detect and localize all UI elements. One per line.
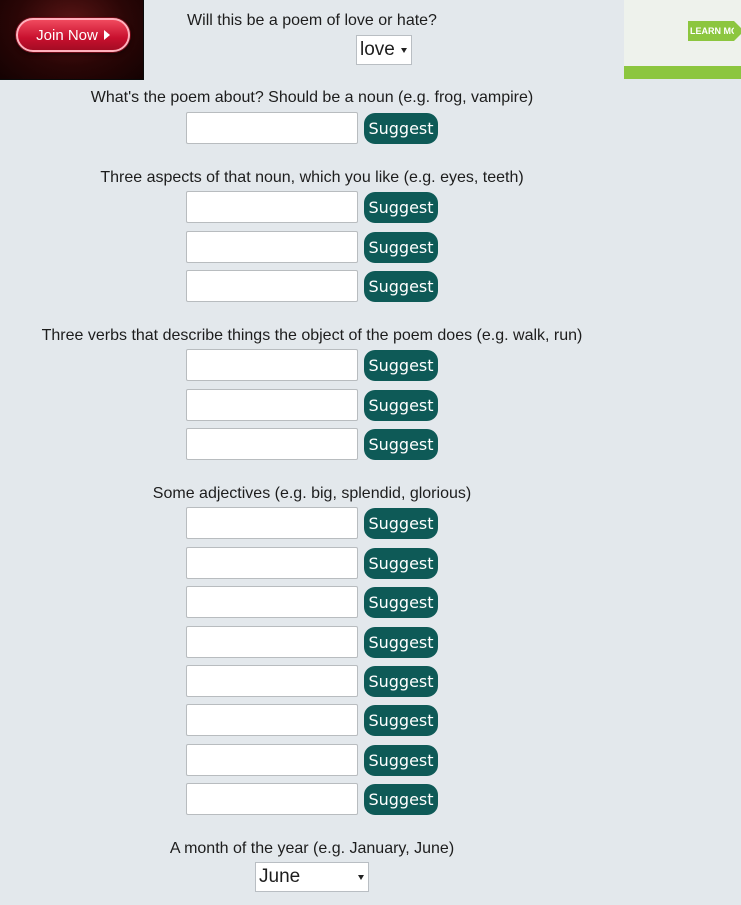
adjective-input-3[interactable]	[186, 586, 358, 618]
adjective-suggest-button-3[interactable]: Suggest	[364, 587, 438, 618]
adjective-input-8[interactable]	[186, 783, 358, 815]
noun-row: Suggest	[186, 112, 446, 144]
learn-more-ad[interactable]: LEARN MORE	[624, 0, 741, 79]
month-question: A month of the year (e.g. January, June)	[169, 840, 455, 857]
adjective-row: Suggest	[186, 547, 446, 579]
adjective-suggest-button-6[interactable]: Suggest	[364, 705, 438, 736]
noun-suggest-button[interactable]: Suggest	[364, 113, 438, 144]
adjective-input-5[interactable]	[186, 665, 358, 697]
adjective-row: Suggest	[186, 704, 446, 736]
aspect-input-1[interactable]	[186, 191, 358, 223]
adjective-row: Suggest	[186, 507, 446, 539]
aspect-row: Suggest	[186, 191, 446, 223]
verb-suggest-button-2[interactable]: Suggest	[364, 390, 438, 421]
aspect-row: Suggest	[186, 231, 446, 263]
dropdown-arrow-icon	[401, 48, 407, 53]
aspect-suggest-button-2[interactable]: Suggest	[364, 232, 438, 263]
aspect-suggest-button-3[interactable]: Suggest	[364, 271, 438, 302]
noun-question: What's the poem about? Should be a noun …	[90, 89, 534, 106]
adjective-row: Suggest	[186, 586, 446, 618]
verb-suggest-button-3[interactable]: Suggest	[364, 429, 438, 460]
ad-green-strip	[624, 66, 741, 79]
love-hate-selected-value: love	[360, 39, 395, 60]
adjective-row: Suggest	[186, 665, 446, 697]
adjective-input-2[interactable]	[186, 547, 358, 579]
aspect-input-2[interactable]	[186, 231, 358, 263]
adjective-row: Suggest	[186, 626, 446, 658]
love-hate-select[interactable]: love	[356, 35, 412, 65]
adjective-suggest-button-2[interactable]: Suggest	[364, 548, 438, 579]
adjective-input-6[interactable]	[186, 704, 358, 736]
verb-suggest-button-1[interactable]: Suggest	[364, 350, 438, 381]
dropdown-arrow-icon	[358, 875, 364, 880]
noun-input[interactable]	[186, 112, 358, 144]
verb-input-2[interactable]	[186, 389, 358, 421]
verb-row: Suggest	[186, 389, 446, 421]
adjective-input-4[interactable]	[186, 626, 358, 658]
month-selected-value: June	[259, 866, 301, 887]
play-arrow-icon	[103, 30, 110, 40]
verbs-question: Three verbs that describe things the obj…	[41, 327, 583, 344]
adjectives-question: Some adjectives (e.g. big, splendid, glo…	[152, 485, 472, 502]
verb-input-1[interactable]	[186, 349, 358, 381]
verb-row: Suggest	[186, 428, 446, 460]
verb-row: Suggest	[186, 349, 446, 381]
aspect-input-3[interactable]	[186, 270, 358, 302]
adjective-suggest-button-8[interactable]: Suggest	[364, 784, 438, 815]
aspect-row: Suggest	[186, 270, 446, 302]
aspect-suggest-button-1[interactable]: Suggest	[364, 192, 438, 223]
adjective-suggest-button-4[interactable]: Suggest	[364, 627, 438, 658]
verb-input-3[interactable]	[186, 428, 358, 460]
adjective-input-7[interactable]	[186, 744, 358, 776]
month-select[interactable]: June	[255, 862, 369, 892]
adjective-row: Suggest	[186, 744, 446, 776]
adjective-suggest-button-5[interactable]: Suggest	[364, 666, 438, 697]
adjective-row: Suggest	[186, 783, 446, 815]
adjective-suggest-button-1[interactable]: Suggest	[364, 508, 438, 539]
learn-more-button[interactable]: LEARN MORE	[688, 21, 741, 41]
love-hate-question: Will this be a poem of love or hate?	[187, 12, 437, 29]
adjective-input-1[interactable]	[186, 507, 358, 539]
aspects-question: Three aspects of that noun, which you li…	[100, 169, 524, 186]
adjective-suggest-button-7[interactable]: Suggest	[364, 745, 438, 776]
